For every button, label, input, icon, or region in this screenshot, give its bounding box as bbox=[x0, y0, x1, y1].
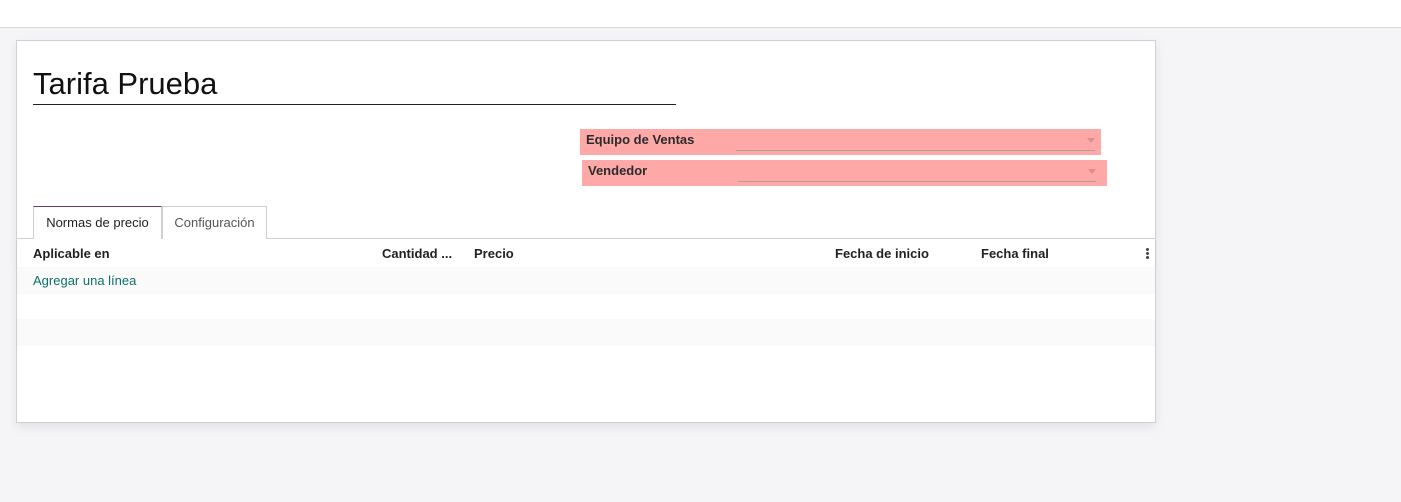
column-header-applicable-on[interactable]: Aplicable en bbox=[33, 246, 110, 261]
form-sheet: Tarifa Prueba Equipo de Ventas Vendedor … bbox=[16, 40, 1156, 423]
column-header-quantity[interactable]: Cantidad ... bbox=[382, 246, 452, 261]
column-header-end-date[interactable]: Fecha final bbox=[981, 246, 1049, 261]
top-bar bbox=[0, 0, 1401, 28]
sales-team-label: Equipo de Ventas bbox=[586, 132, 695, 147]
notebook-tabs: Normas de precio Configuración bbox=[17, 206, 1155, 240]
column-header-start-date[interactable]: Fecha de inicio bbox=[835, 246, 929, 261]
tab-pricing-rules[interactable]: Normas de precio bbox=[33, 206, 162, 240]
column-header-price[interactable]: Precio bbox=[474, 246, 514, 261]
salesperson-field: Vendedor bbox=[582, 160, 1107, 186]
kebab-menu-icon[interactable] bbox=[1146, 248, 1149, 260]
chevron-down-icon[interactable] bbox=[1088, 169, 1096, 174]
salesperson-label: Vendedor bbox=[588, 163, 648, 178]
record-title-input[interactable]: Tarifa Prueba bbox=[33, 65, 676, 105]
table-row bbox=[17, 319, 1155, 346]
sales-team-field: Equipo de Ventas bbox=[580, 129, 1101, 155]
sales-team-input[interactable] bbox=[736, 129, 1095, 151]
table-row bbox=[17, 294, 1155, 321]
add-line-link[interactable]: Agregar una línea bbox=[33, 273, 136, 288]
salesperson-input[interactable] bbox=[738, 160, 1096, 182]
table-header: Aplicable en Cantidad ... Precio Fecha d… bbox=[17, 239, 1155, 267]
tab-configuration[interactable]: Configuración bbox=[162, 206, 267, 239]
table-row: Agregar una línea bbox=[17, 267, 1155, 294]
chevron-down-icon[interactable] bbox=[1087, 138, 1095, 143]
